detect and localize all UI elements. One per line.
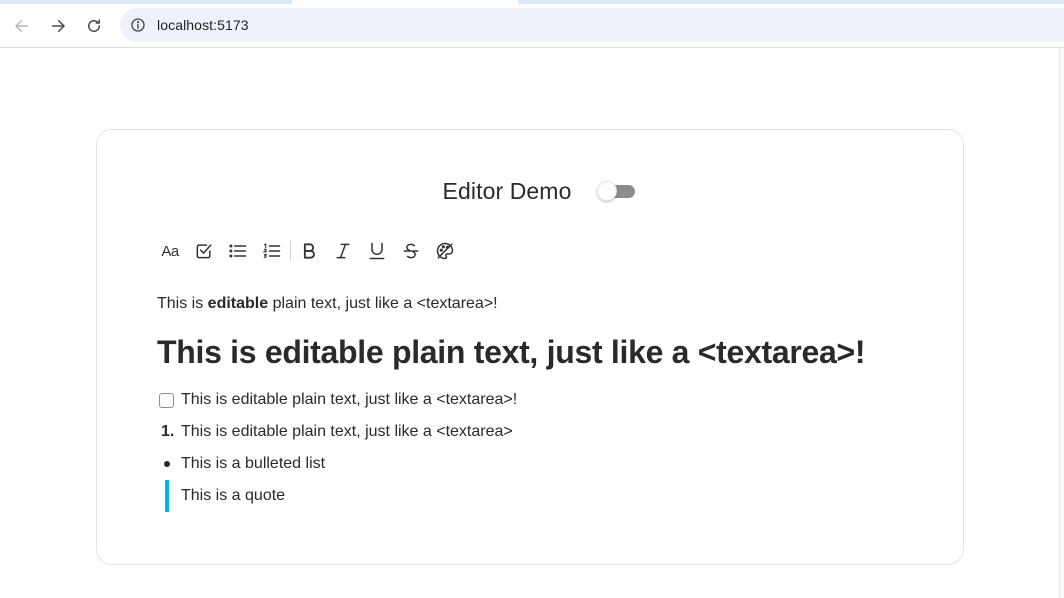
blockquote[interactable]: This is a quote — [165, 480, 285, 512]
palette-icon — [436, 242, 454, 260]
url-text[interactable]: localhost:5173 — [157, 17, 249, 33]
bold-icon — [303, 243, 315, 259]
formatting-toolbar: Aa — [153, 236, 462, 266]
paragraph-text-suffix: plain text, just like a <textarea>! — [268, 295, 498, 312]
underline-button[interactable] — [360, 236, 394, 266]
toggle-knob — [597, 181, 618, 201]
strikethrough-icon — [403, 243, 419, 259]
text-style-button[interactable]: Aa — [153, 236, 187, 266]
reload-icon — [88, 19, 100, 32]
bullet-marker — [164, 461, 170, 467]
bulleted-list-icon — [229, 244, 247, 258]
browser-toolbar: localhost:5173 — [0, 4, 1064, 48]
checkbox-icon — [196, 244, 212, 259]
italic-icon — [336, 243, 350, 259]
back-button[interactable] — [8, 12, 36, 40]
numbered-list-item[interactable]: 1. This is editable plain text, just lik… — [161, 420, 513, 444]
italic-button[interactable] — [326, 236, 360, 266]
quote-text: This is a quote — [181, 487, 286, 504]
arrow-left-icon — [15, 20, 28, 32]
site-info-button[interactable] — [121, 8, 155, 42]
mode-toggle[interactable] — [597, 181, 636, 201]
checklist-button[interactable] — [187, 236, 221, 266]
page-title: Editor Demo — [442, 177, 572, 204]
clear-formatting-button[interactable] — [428, 236, 462, 266]
numbered-list-button[interactable] — [255, 236, 289, 266]
bulleted-list-item[interactable]: This is a bulleted list — [164, 452, 325, 476]
paragraph-bold-text: editable — [207, 295, 269, 312]
checklist-item-text: This is editable plain text, just like a… — [181, 391, 518, 408]
bold-button[interactable] — [292, 236, 326, 266]
checklist-checkbox[interactable] — [159, 392, 174, 408]
bulleted-list-button[interactable] — [221, 236, 255, 266]
quote-bar — [165, 480, 169, 512]
editor-content[interactable]: This is editable plain text, just like a… — [157, 292, 917, 512]
arrow-right-icon — [52, 20, 65, 32]
editor-card: Editor Demo Aa This is editable plain te… — [96, 129, 964, 565]
scrollbar[interactable] — [1059, 49, 1064, 598]
reload-button[interactable] — [80, 12, 108, 40]
heading-block[interactable]: This is editable plain text, just like a… — [157, 334, 866, 371]
paragraph-text-prefix: This is — [157, 295, 208, 312]
toolbar-divider — [290, 241, 291, 261]
paragraph[interactable]: This is editable plain text, just like a… — [157, 292, 917, 316]
address-bar[interactable]: localhost:5173 — [120, 8, 1064, 42]
info-icon — [131, 18, 145, 32]
checklist-item[interactable]: This is editable plain text, just like a… — [159, 388, 517, 412]
list-number: 1. — [161, 423, 175, 440]
strikethrough-button[interactable] — [394, 236, 428, 266]
text-style-icon: Aa — [161, 242, 179, 260]
numbered-list-item-text: This is editable plain text, just like a… — [181, 423, 513, 440]
forward-button[interactable] — [44, 12, 72, 40]
title-row: Editor Demo — [97, 174, 963, 208]
underline-icon — [369, 242, 385, 260]
numbered-list-icon — [262, 243, 281, 258]
bulleted-list-item-text: This is a bulleted list — [181, 455, 326, 472]
